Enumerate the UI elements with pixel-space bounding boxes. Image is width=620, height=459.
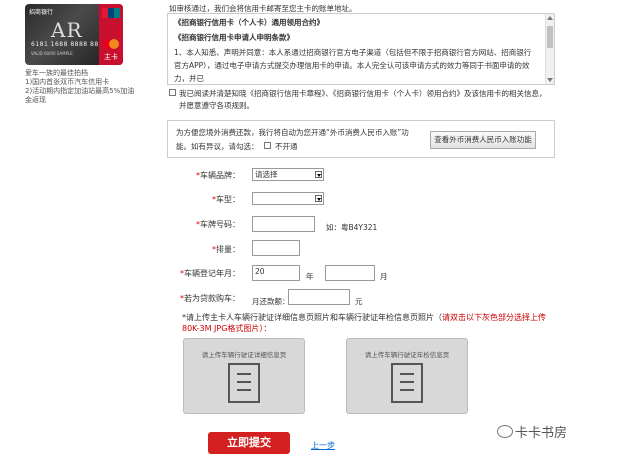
reg-year-input[interactable]: 20 <box>252 265 300 281</box>
upload-box-label: 请上传车辆行驶证详细信息页 <box>201 351 287 359</box>
card-brand-logo: AR <box>51 18 83 42</box>
previous-step-link[interactable]: 上一步 <box>311 440 335 451</box>
scroll-down-icon[interactable] <box>547 78 553 82</box>
unionpay-logo-icon <box>102 8 120 18</box>
model-select[interactable] <box>252 192 324 205</box>
document-icon <box>391 363 423 403</box>
plate-hint: 如：粤B4Y321 <box>326 223 378 232</box>
promo-text: 爱车一族的最佳拍档 1)国内首张双币汽车信用卡 2)活动期内指定加油站最高5%加… <box>25 69 135 105</box>
chevron-down-icon <box>315 171 322 178</box>
year-unit: 年 <box>306 272 314 281</box>
fx-notice-text: 为方便您境外消费还款，我行将自动为您开通“外币消费人民币入账”功 <box>176 128 409 137</box>
month-unit: 月 <box>380 272 388 281</box>
plate-input[interactable] <box>252 216 315 232</box>
mastercard-logo-icon <box>103 39 119 49</box>
upload-box-label: 请上传车辆行驶证年检信息页 <box>364 351 450 359</box>
promo-line: 2)活动期内指定加油站最高5%加油金返现 <box>25 87 135 104</box>
promo-line: 爱车一族的最佳拍档 <box>25 69 88 77</box>
upload-license-inspection[interactable]: 请上传车辆行驶证年检信息页 <box>346 338 468 414</box>
agreement-title[interactable]: 《招商银行信用卡申请人申明条款》 <box>174 32 294 43</box>
agreement-title[interactable]: 《招商银行信用卡（个人卡）通用领用合约》 <box>174 17 324 28</box>
reg-month-input[interactable] <box>325 265 375 281</box>
displacement-input[interactable] <box>252 240 300 256</box>
no-open-label: 不开通 <box>275 142 298 151</box>
card-number: 6181 1688 8888 8888 <box>31 41 108 48</box>
card-bank-name: 招商银行 <box>29 9 54 16</box>
plate-label: *车牌号码： <box>196 220 240 229</box>
submit-button[interactable]: 立即提交 <box>208 432 290 454</box>
wechat-icon <box>497 425 513 438</box>
displacement-label: *排量： <box>212 245 240 254</box>
scrollbar[interactable] <box>545 14 554 84</box>
consent-checkbox[interactable] <box>169 89 176 96</box>
credit-card-image: 招商银行 AR 6181 1688 8888 8888 VALID 00/00 … <box>25 4 123 65</box>
scroll-up-icon[interactable] <box>547 16 553 20</box>
promo-line: 1)国内首张双币汽车信用卡 <box>25 78 110 86</box>
loan-label: *若为贷款购车： <box>180 294 240 303</box>
upload-note-plain: *请上传主卡人车辆行驶证详细信息页照片和车辆行驶证年检信息页照片（ <box>182 313 442 322</box>
reg-label: *车辆登记年月： <box>180 269 240 278</box>
chevron-down-icon <box>315 195 322 202</box>
document-icon <box>228 363 260 403</box>
watermark-text: 卡卡书房 <box>515 426 568 441</box>
scroll-thumb[interactable] <box>547 26 553 48</box>
reg-year-value: 20 <box>255 267 265 276</box>
upload-note: *请上传主卡人车辆行驶证详细信息页照片和车辆行驶证年检信息页照片（请双击以下灰色… <box>182 312 562 334</box>
upload-license-detail[interactable]: 请上传车辆行驶证详细信息页 <box>183 338 305 414</box>
brand-select-value: 请选择 <box>255 170 278 179</box>
model-label: *车型： <box>212 195 240 204</box>
view-fx-feature-button[interactable]: 查看外币消费人民币入账功能 <box>430 131 536 149</box>
fx-notice-box: 为方便您境外消费还款，我行将自动为您开通“外币消费人民币入账”功 能。如有异议，… <box>167 120 555 158</box>
no-open-checkbox[interactable] <box>264 142 271 149</box>
agreement-scroll-box[interactable]: 《招商银行信用卡（个人卡）通用领用合约》 《招商银行信用卡申请人申明条款》 1、… <box>167 13 555 85</box>
brand-select[interactable]: 请选择 <box>252 168 324 181</box>
agreement-body: 1、本人知悉、声明并同意：本人系通过招商银行官方电子渠道（包括但不限于招商银行官… <box>174 48 532 83</box>
monthly-payment-input[interactable] <box>288 289 350 305</box>
card-small-text: VALID 00/00 SAMPLE <box>31 51 73 56</box>
fx-notice-text: 能。如有异议，请勾选： <box>176 142 259 151</box>
brand-label: *车辆品牌： <box>196 171 240 180</box>
loan-sub-label: 月还款额： <box>252 297 290 306</box>
card-badge: 主卡 <box>104 53 118 61</box>
consent-text: 我已阅读并清楚知晓《招商银行信用卡章程》、《招商银行信用卡（个人卡）领用合约》及… <box>179 89 547 98</box>
consent-text: 并愿意遵守各项规则。 <box>179 101 254 110</box>
loan-unit: 元 <box>355 297 363 306</box>
